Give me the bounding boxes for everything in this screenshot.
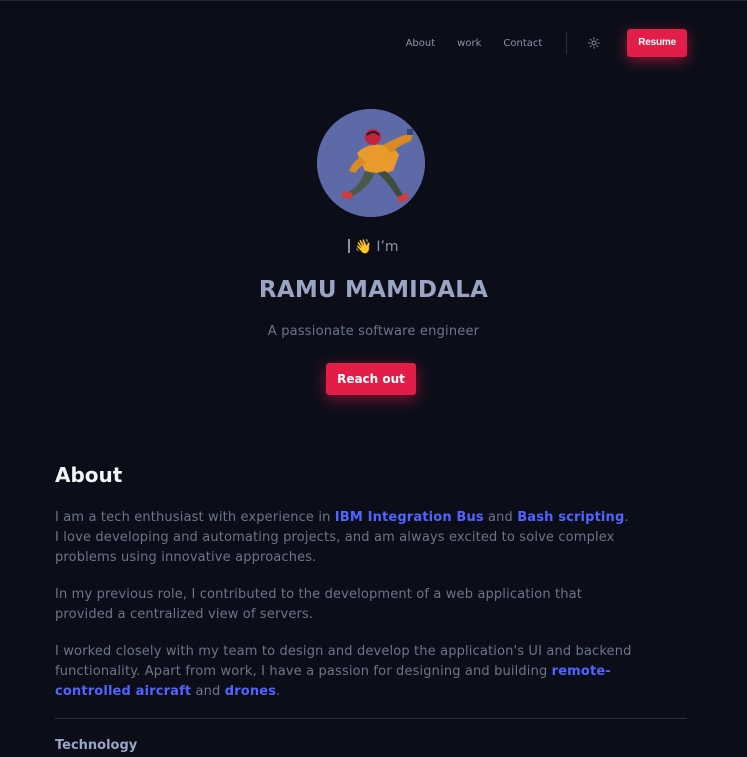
about-text: and — [191, 684, 225, 699]
reach-out-button[interactable]: Reach out — [326, 363, 416, 395]
top-nav: About work Contact Resume — [406, 28, 687, 58]
link-drones[interactable]: drones — [225, 684, 276, 699]
nav-link-work[interactable]: work — [457, 38, 481, 49]
about-text: . — [276, 684, 281, 699]
typing-cursor — [348, 239, 351, 253]
greeting: 👋 I’m — [0, 239, 747, 255]
about-heading: About — [55, 463, 123, 487]
nav-divider — [566, 32, 568, 54]
hero-name: RAMU MAMIDALA — [258, 277, 489, 303]
section-divider — [55, 718, 687, 719]
avatar — [317, 109, 425, 217]
about-paragraph-2: In my previous role, I contributed to th… — [55, 587, 583, 622]
wave-emoji: 👋 — [354, 239, 372, 255]
portfolio-page: About work Contact Resume 👋 I’m RAMU MAM… — [0, 0, 747, 757]
about-text: I am a tech enthusiast with experience i… — [55, 510, 335, 525]
about-body: I am a tech enthusiast with experience i… — [55, 508, 635, 719]
nav-link-contact[interactable]: Contact — [503, 38, 542, 49]
technology-heading: Technology — [55, 738, 138, 753]
sun-icon[interactable] — [587, 36, 601, 50]
hero-tagline: A passionate software engineer — [267, 324, 480, 339]
resume-button[interactable]: Resume — [627, 29, 687, 57]
about-text: and — [483, 510, 518, 525]
greeting-text: I’m — [376, 239, 399, 255]
nav-link-about[interactable]: About — [406, 38, 436, 49]
about-text: I worked closely with my team to design … — [55, 644, 632, 679]
link-ibm-integration-bus[interactable]: IBM Integration Bus — [335, 510, 484, 525]
about-paragraph-1: I am a tech enthusiast with experience i… — [55, 508, 635, 568]
link-bash-scripting[interactable]: Bash scripting — [517, 510, 624, 525]
about-paragraph-3: I worked closely with my team to design … — [55, 642, 635, 702]
